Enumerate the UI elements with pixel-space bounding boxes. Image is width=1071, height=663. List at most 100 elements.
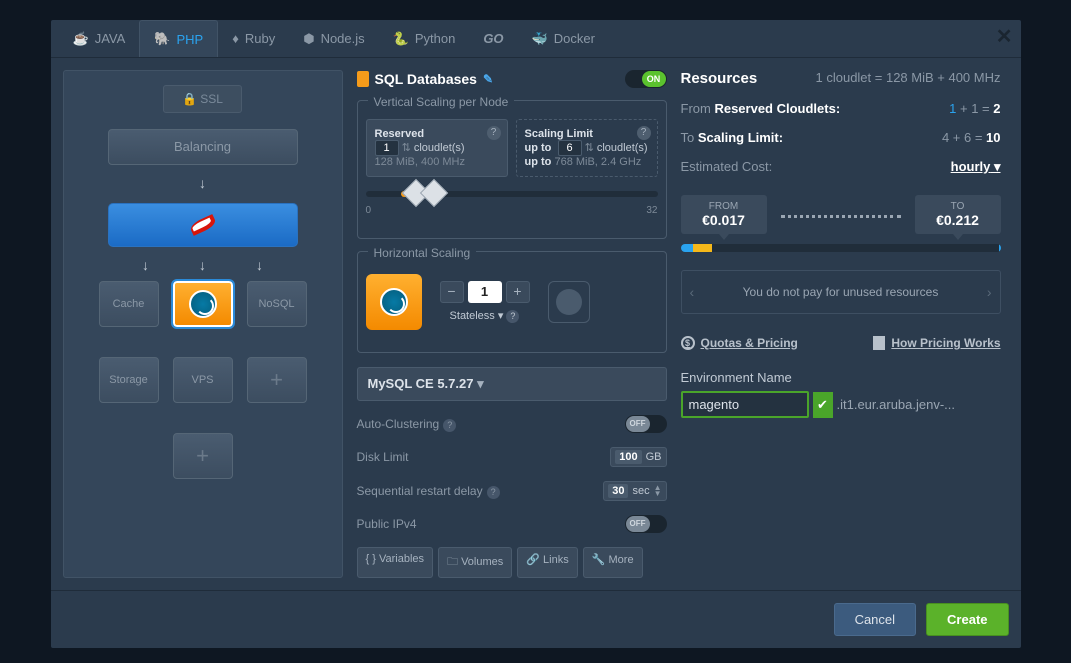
resources-title: Resources bbox=[681, 70, 758, 87]
restart-delay-row: Sequential restart delay? 30 sec ▲▼ bbox=[357, 481, 667, 501]
ssl-button[interactable]: 🔒 SSL bbox=[163, 85, 242, 113]
cache-tile[interactable]: Cache bbox=[99, 281, 159, 327]
restart-delay-label: Sequential restart delay bbox=[357, 484, 483, 498]
help-icon[interactable]: ? bbox=[487, 126, 501, 140]
vps-tile[interactable]: VPS bbox=[173, 357, 233, 403]
env-domain: .it1.eur.aruba.jenv-... bbox=[837, 397, 956, 412]
reserved-sub: 128 MiB, 400 MHz bbox=[375, 156, 465, 168]
java-icon: ☕ bbox=[73, 31, 89, 47]
tab-docker[interactable]: 🐳Docker bbox=[518, 20, 609, 57]
limit-card: ? Scaling Limit up to 6 ⇅ cloudlet(s) up… bbox=[516, 119, 658, 177]
tab-python[interactable]: 🐍 Python bbox=[379, 20, 470, 57]
auto-cluster-row: Auto-Clustering? OFF bbox=[357, 415, 667, 433]
disk-limit-value[interactable]: 100 GB bbox=[610, 447, 666, 467]
variables-button[interactable]: { } Variables bbox=[357, 547, 434, 578]
delay-unit: sec bbox=[632, 485, 649, 497]
tab-go[interactable]: GO bbox=[469, 20, 517, 57]
price-from-label: FROM bbox=[681, 201, 767, 212]
edit-icon[interactable]: ✎ bbox=[483, 72, 493, 86]
slider-max: 32 bbox=[646, 205, 657, 216]
reserved-input[interactable]: 1 bbox=[375, 140, 399, 156]
chevron-right-icon[interactable]: › bbox=[987, 284, 992, 300]
pricing-link[interactable]: How Pricing Works bbox=[873, 336, 1000, 350]
create-button[interactable]: Create bbox=[926, 603, 1008, 636]
limit-subpre: up to bbox=[525, 156, 552, 168]
add-layer-tile[interactable]: + bbox=[247, 357, 307, 403]
stepper-value[interactable]: 1 bbox=[468, 281, 502, 303]
auto-cluster-toggle[interactable]: OFF bbox=[625, 415, 667, 433]
ipv4-toggle[interactable]: OFF bbox=[625, 515, 667, 533]
db-version-select[interactable]: MySQL CE 5.7.27 bbox=[357, 367, 667, 401]
topology-panel: 🔒 SSL Balancing ↓ ↓ ↓ ↓ Cache NoSQL Stor… bbox=[63, 70, 343, 578]
disk-limit-label: Disk Limit bbox=[357, 450, 409, 464]
note-text: You do not pay for unused resources bbox=[743, 285, 939, 299]
node-icon-box bbox=[366, 274, 422, 330]
help-icon[interactable]: ? bbox=[506, 310, 519, 323]
price-to-label: TO bbox=[915, 201, 1001, 212]
reserved-label: Reserved bbox=[375, 128, 425, 140]
help-icon[interactable]: ? bbox=[637, 126, 651, 140]
disk-unit: GB bbox=[646, 451, 662, 463]
tab-php[interactable]: 🐘PHP bbox=[139, 20, 218, 57]
volumes-button[interactable]: 🗀 Volumes bbox=[438, 547, 512, 578]
slider-thumb-limit[interactable] bbox=[420, 179, 448, 207]
sql-tile[interactable] bbox=[173, 281, 233, 327]
toggle-on-label: ON bbox=[642, 71, 666, 87]
reserved-unit: cloudlet(s) bbox=[414, 142, 465, 154]
links-button[interactable]: 🔗 Links bbox=[517, 547, 577, 578]
nosql-tile[interactable]: NoSQL bbox=[247, 281, 307, 327]
act-label: Variables bbox=[379, 553, 424, 565]
price-to-value: €0.212 bbox=[915, 212, 1001, 228]
info-note: ‹ You do not pay for unused resources › bbox=[681, 270, 1001, 314]
chevron-left-icon[interactable]: ‹ bbox=[690, 284, 695, 300]
arrow-down-icon: ↓ bbox=[199, 257, 206, 273]
nodejs-icon: ⬢ bbox=[303, 31, 314, 47]
sql-db-icon bbox=[189, 290, 217, 318]
tab-ruby[interactable]: ♦Ruby bbox=[218, 20, 289, 57]
doc-icon bbox=[873, 336, 885, 350]
disabled-node-icon bbox=[548, 281, 590, 323]
arrow-row: ↓ ↓ ↓ bbox=[142, 257, 263, 273]
env-name-label: Environment Name bbox=[681, 370, 1001, 385]
python-icon: 🐍 bbox=[393, 31, 409, 47]
layer-toggle[interactable]: ON bbox=[625, 70, 667, 88]
disk-num: 100 bbox=[615, 450, 641, 464]
add-extra-tile[interactable]: + bbox=[173, 433, 233, 479]
price-from-box: FROM €0.017 bbox=[681, 195, 767, 234]
from-label: From bbox=[681, 101, 715, 116]
dollar-icon: $ bbox=[681, 336, 695, 350]
delay-num: 30 bbox=[608, 484, 628, 498]
spinner-icon[interactable]: ▲▼ bbox=[654, 485, 662, 497]
link-text: How Pricing Works bbox=[891, 336, 1000, 350]
balancing-node[interactable]: Balancing bbox=[108, 129, 298, 165]
tab-java[interactable]: ☕JAVA bbox=[59, 20, 140, 57]
config-panel: SQL Databases ✎ ON Vertical Scaling per … bbox=[357, 70, 667, 578]
cloudlet-slider[interactable] bbox=[366, 191, 658, 197]
to-calc: 4 + 6 = bbox=[942, 130, 986, 145]
arrow-down-icon: ↓ bbox=[142, 257, 149, 273]
price-bar bbox=[681, 244, 1001, 252]
tab-label: Python bbox=[415, 31, 455, 46]
app-server-node[interactable] bbox=[108, 203, 298, 247]
env-name-input[interactable] bbox=[681, 391, 809, 418]
reserved-card: ? Reserved 1 ⇅ cloudlet(s) 128 MiB, 400 … bbox=[366, 119, 508, 177]
stepper-minus[interactable]: − bbox=[440, 281, 464, 303]
help-icon[interactable]: ? bbox=[443, 419, 456, 432]
section-title: SQL Databases ✎ ON bbox=[357, 70, 667, 88]
more-button[interactable]: 🔧 More bbox=[583, 547, 643, 578]
storage-tile[interactable]: Storage bbox=[99, 357, 159, 403]
cancel-button[interactable]: Cancel bbox=[834, 603, 916, 636]
hscale-legend: Horizontal Scaling bbox=[368, 246, 477, 260]
cost-period-select[interactable]: hourly bbox=[951, 159, 1001, 175]
close-icon[interactable]: ✕ bbox=[996, 24, 1013, 49]
help-icon[interactable]: ? bbox=[487, 486, 500, 499]
stepper-plus[interactable]: + bbox=[506, 281, 530, 303]
go-icon: GO bbox=[483, 31, 503, 46]
quotas-link[interactable]: $Quotas & Pricing bbox=[681, 336, 798, 350]
scaling-mode[interactable]: Stateless bbox=[450, 310, 495, 322]
limit-input[interactable]: 6 bbox=[558, 140, 582, 156]
restart-delay-value[interactable]: 30 sec ▲▼ bbox=[603, 481, 666, 501]
tab-nodejs[interactable]: ⬢Node.js bbox=[289, 20, 378, 57]
cloudlet-definition: 1 cloudlet = 128 MiB + 400 MHz bbox=[816, 70, 1001, 87]
disk-limit-row: Disk Limit 100 GB bbox=[357, 447, 667, 467]
